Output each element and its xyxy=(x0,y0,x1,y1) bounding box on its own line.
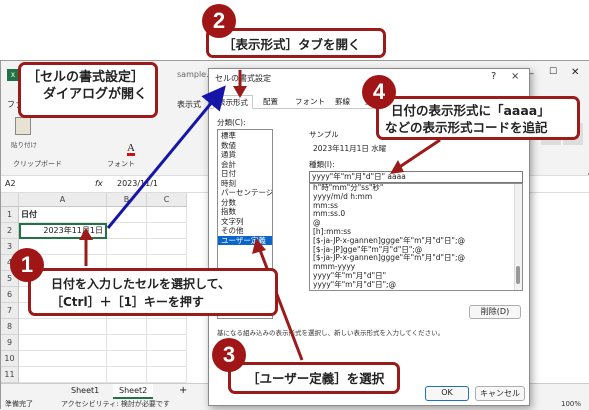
step-badge-1: 1 xyxy=(10,248,44,282)
callout-step-2: ［表示形式］タブを開く xyxy=(206,28,386,58)
step-badge-2: 2 xyxy=(202,4,236,38)
step-badge-4: 4 xyxy=(362,75,396,109)
step-badge-3: 3 xyxy=(212,338,246,372)
red-arrowhead-3 xyxy=(252,238,266,254)
callout-4-line2: などの表示形式コードを追記 xyxy=(385,120,548,135)
callout-dialog-opens: ［セルの書式設定］ ダイアログが開く xyxy=(18,62,158,118)
callout-step-1: 日付を入力したセルを選択して、 ［Ctrl］＋［1］キーを押す xyxy=(28,268,278,316)
callout-step-4: 日付の表示形式に「aaaa」 などの表示形式コードを追記 xyxy=(376,96,580,140)
callout-1-line2: ［Ctrl］＋［1］キーを押す xyxy=(51,295,204,309)
callout-5-line1: ［セルの書式設定］ xyxy=(27,70,145,85)
red-arrowhead-2 xyxy=(233,86,247,98)
callout-2-text: ［表示形式］タブを開く xyxy=(223,37,361,52)
callout-4-line1: 日付の表示形式に「aaaa」 xyxy=(391,103,550,118)
callout-3-text: ［ユーザー定義］を選択 xyxy=(247,371,385,386)
callout-5-line2: ダイアログが開く xyxy=(43,87,148,102)
callout-1-line1: 日付を入力したセルを選択して、 xyxy=(51,277,231,291)
callout-step-3: ［ユーザー定義］を選択 xyxy=(228,362,400,394)
red-arrow-4 xyxy=(397,138,441,170)
red-arrowhead-1 xyxy=(79,228,93,240)
